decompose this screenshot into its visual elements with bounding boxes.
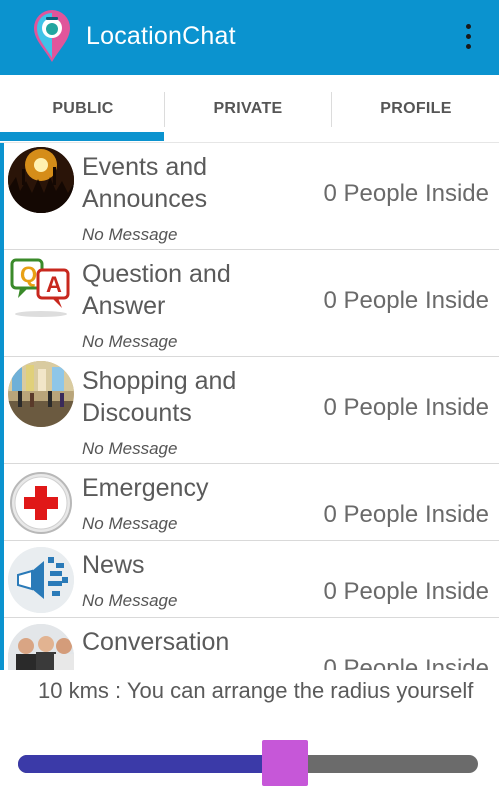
room-item-events[interactable]: Events and Announces No Message 0 People… [4, 143, 499, 250]
room-name: Conversation [82, 628, 230, 656]
tab-profile[interactable]: PROFILE [333, 75, 499, 143]
room-name: Events and Announces [82, 153, 208, 213]
room-item-emergency[interactable]: Emergency No Message 0 People Inside [4, 464, 499, 541]
more-vert-icon[interactable] [456, 22, 480, 52]
radius-slider-thumb[interactable] [262, 740, 308, 786]
room-item-shopping[interactable]: Shopping and Discounts No Message 0 Peop… [4, 357, 499, 464]
room-item-news[interactable]: News No Message 0 People Inside [4, 541, 499, 618]
radius-slider-fill [18, 755, 285, 773]
room-last-message: No Message [82, 332, 178, 351]
room-last-message: No Message [82, 225, 178, 244]
room-people-count: 0 People Inside [323, 578, 489, 605]
tab-divider [331, 92, 332, 127]
selected-tab-indicator [0, 132, 164, 141]
room-name: News [82, 551, 145, 579]
location-pin-logo-icon [30, 8, 74, 64]
room-name: Emergency [82, 474, 209, 502]
radius-slider-track[interactable] [18, 755, 478, 773]
qa-speech-bubbles-icon: Q A [8, 254, 74, 320]
radius-label: 10 kms : You can arrange the radius your… [38, 678, 474, 703]
room-name: Shopping and Discounts [82, 367, 237, 427]
room-people-count: 0 People Inside [323, 180, 489, 207]
megaphone-news-icon [8, 547, 74, 613]
room-people-count: 0 People Inside [323, 287, 489, 314]
svg-text:A: A [46, 272, 62, 297]
room-last-message: No Message [82, 514, 178, 533]
room-name: Question and Answer [82, 260, 231, 320]
shopping-mall-icon [8, 361, 74, 427]
room-item-conversation[interactable]: Conversation 0 People Inside [4, 618, 499, 670]
room-last-message: No Message [82, 439, 178, 458]
radius-panel: 10 kms : You can arrange the radius your… [0, 670, 499, 800]
app-bar: LocationChat [0, 0, 499, 75]
list-accent-bar [0, 143, 4, 670]
concert-crowd-icon [8, 147, 74, 213]
room-people-count: 0 People Inside [323, 655, 489, 670]
room-last-message: No Message [82, 591, 178, 610]
app-title: LocationChat [86, 22, 236, 50]
room-people-count: 0 People Inside [323, 394, 489, 421]
red-cross-icon [8, 470, 74, 536]
svg-text:Q: Q [20, 262, 37, 287]
tab-private[interactable]: PRIVATE [165, 75, 331, 143]
room-item-question-answer[interactable]: Q A Question and Answer No Message 0 Peo… [4, 250, 499, 357]
room-list[interactable]: Events and Announces No Message 0 People… [0, 143, 499, 670]
room-people-count: 0 People Inside [323, 501, 489, 528]
people-talking-icon [8, 624, 74, 670]
